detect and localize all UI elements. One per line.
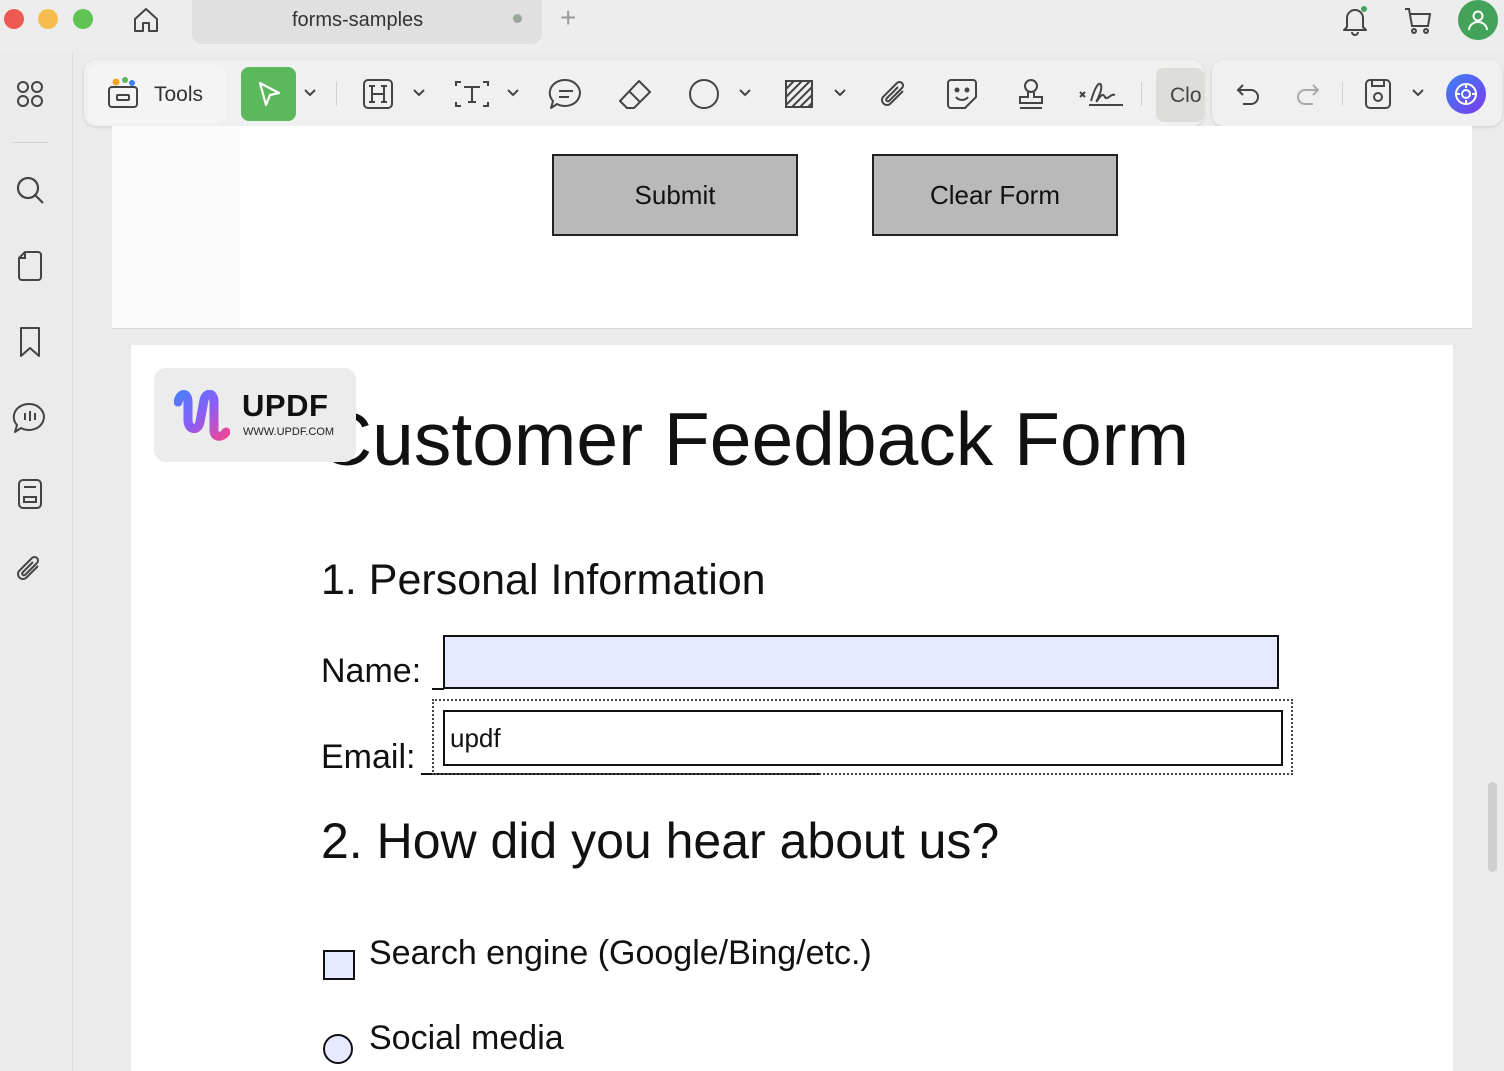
title-bar: forms-samples + (0, 0, 1504, 52)
search-engine-option-label: Search engine (Google/Bing/etc.) (369, 934, 872, 972)
redo-icon (1297, 84, 1320, 105)
email-field[interactable] (443, 710, 1283, 766)
notifications-button[interactable] (1337, 2, 1373, 38)
eraser-tool-button[interactable] (615, 72, 655, 116)
cart-icon (1405, 8, 1432, 34)
heading-tool-button[interactable] (358, 72, 398, 116)
ai-assistant-icon (1455, 83, 1477, 105)
tab-status-dot (513, 14, 522, 23)
signature-tool-button[interactable] (1076, 72, 1126, 116)
vertical-scrollbar[interactable] (1488, 782, 1497, 872)
save-icon (1365, 79, 1391, 109)
updf-watermark-badge: UPDF WWW.UPDF.COM (154, 368, 356, 462)
undo-icon (1236, 84, 1259, 105)
document-tab[interactable]: forms-samples (192, 0, 542, 44)
redo-button[interactable] (1288, 72, 1328, 116)
sticker-icon (947, 79, 977, 109)
close-window-button[interactable] (4, 9, 24, 29)
select-cursor-icon (258, 81, 280, 107)
submit-button[interactable]: Submit (552, 154, 798, 236)
comment-icon (12, 402, 45, 433)
signature-icon (1079, 82, 1123, 106)
chevron-down-icon[interactable] (506, 86, 520, 100)
home-button[interactable] (128, 2, 164, 38)
name-field[interactable] (443, 635, 1279, 689)
shape-tool-button[interactable] (684, 72, 724, 116)
chevron-down-icon[interactable] (412, 86, 426, 100)
attach-file-tool-button[interactable] (874, 72, 914, 116)
page-margin-shade (112, 126, 240, 328)
left-sidebar (0, 52, 73, 1071)
eraser-icon (619, 80, 651, 109)
tools-label: Tools (154, 83, 204, 106)
home-icon (134, 8, 158, 32)
comment-tool-button[interactable] (546, 72, 586, 116)
area-tool-button[interactable] (779, 72, 819, 116)
page-icon (18, 251, 42, 281)
tab-title: forms-samples (292, 9, 424, 31)
text-box-icon (455, 81, 489, 107)
new-tab-button[interactable]: + (560, 2, 576, 34)
sticker-tool-button[interactable] (942, 72, 982, 116)
tools-button[interactable]: Tools (88, 64, 226, 124)
close-tool-button[interactable]: Clo (1156, 68, 1204, 122)
stamp-tool-button[interactable] (1011, 72, 1051, 116)
undo-button[interactable] (1228, 72, 1268, 116)
cart-button[interactable] (1400, 2, 1436, 38)
grid-icon (17, 81, 43, 107)
search-engine-checkbox[interactable] (323, 950, 355, 980)
thumbnails-button[interactable] (10, 74, 50, 114)
clear-form-button[interactable]: Clear Form (872, 154, 1118, 236)
stamp-icon (1019, 79, 1043, 109)
section-heading-personal-info: 1. Personal Information (321, 556, 766, 604)
zoom-window-button[interactable] (73, 9, 93, 29)
heading-icon (363, 79, 393, 109)
toolbox-icon (108, 77, 138, 108)
form-icon (18, 479, 42, 509)
comments-button[interactable] (10, 398, 50, 438)
bookmark-icon (20, 327, 40, 357)
rail-divider (12, 142, 48, 143)
toolbar-divider (1342, 82, 1343, 106)
social-media-option-label: Social media (369, 1019, 564, 1057)
paperclip-icon (881, 80, 905, 106)
hatch-area-icon (785, 80, 813, 108)
name-label: Name: (321, 652, 422, 690)
updf-logo-icon (174, 390, 230, 441)
user-icon (1468, 10, 1488, 31)
plus-icon: + (560, 2, 577, 33)
chevron-down-icon[interactable] (833, 86, 847, 100)
search-button[interactable] (10, 170, 50, 210)
search-icon (16, 176, 44, 204)
bookmarks-button[interactable] (10, 322, 50, 362)
chevron-down-icon[interactable] (1411, 86, 1425, 100)
comment-bubble-icon (548, 78, 581, 109)
circle-shape-icon (689, 79, 719, 109)
save-button[interactable] (1358, 72, 1398, 116)
attachments-button[interactable] (10, 549, 50, 589)
social-media-radio[interactable] (323, 1034, 353, 1064)
account-avatar[interactable] (1458, 0, 1498, 40)
pages-button[interactable] (10, 246, 50, 286)
bell-icon (1343, 6, 1367, 36)
chevron-down-icon[interactable] (738, 86, 752, 100)
close-tool-label: Clo (1170, 84, 1202, 107)
toolbar-divider (1141, 82, 1142, 106)
attachment-icon (17, 555, 40, 580)
updf-logo-name: UPDF (242, 388, 329, 423)
minimize-window-button[interactable] (38, 9, 58, 29)
forms-button[interactable] (10, 474, 50, 514)
text-box-tool-button[interactable] (452, 72, 492, 116)
updf-logo-url: WWW.UPDF.COM (243, 426, 335, 438)
ai-assistant-button[interactable] (1446, 74, 1486, 114)
toolbar-divider (336, 82, 337, 106)
chevron-down-icon[interactable] (303, 86, 317, 100)
select-tool-button[interactable] (241, 67, 296, 121)
email-label: Email: (321, 738, 416, 776)
section-heading-referral: 2. How did you hear about us? (321, 813, 1000, 869)
page-title: Customer Feedback Form (318, 397, 1190, 481)
